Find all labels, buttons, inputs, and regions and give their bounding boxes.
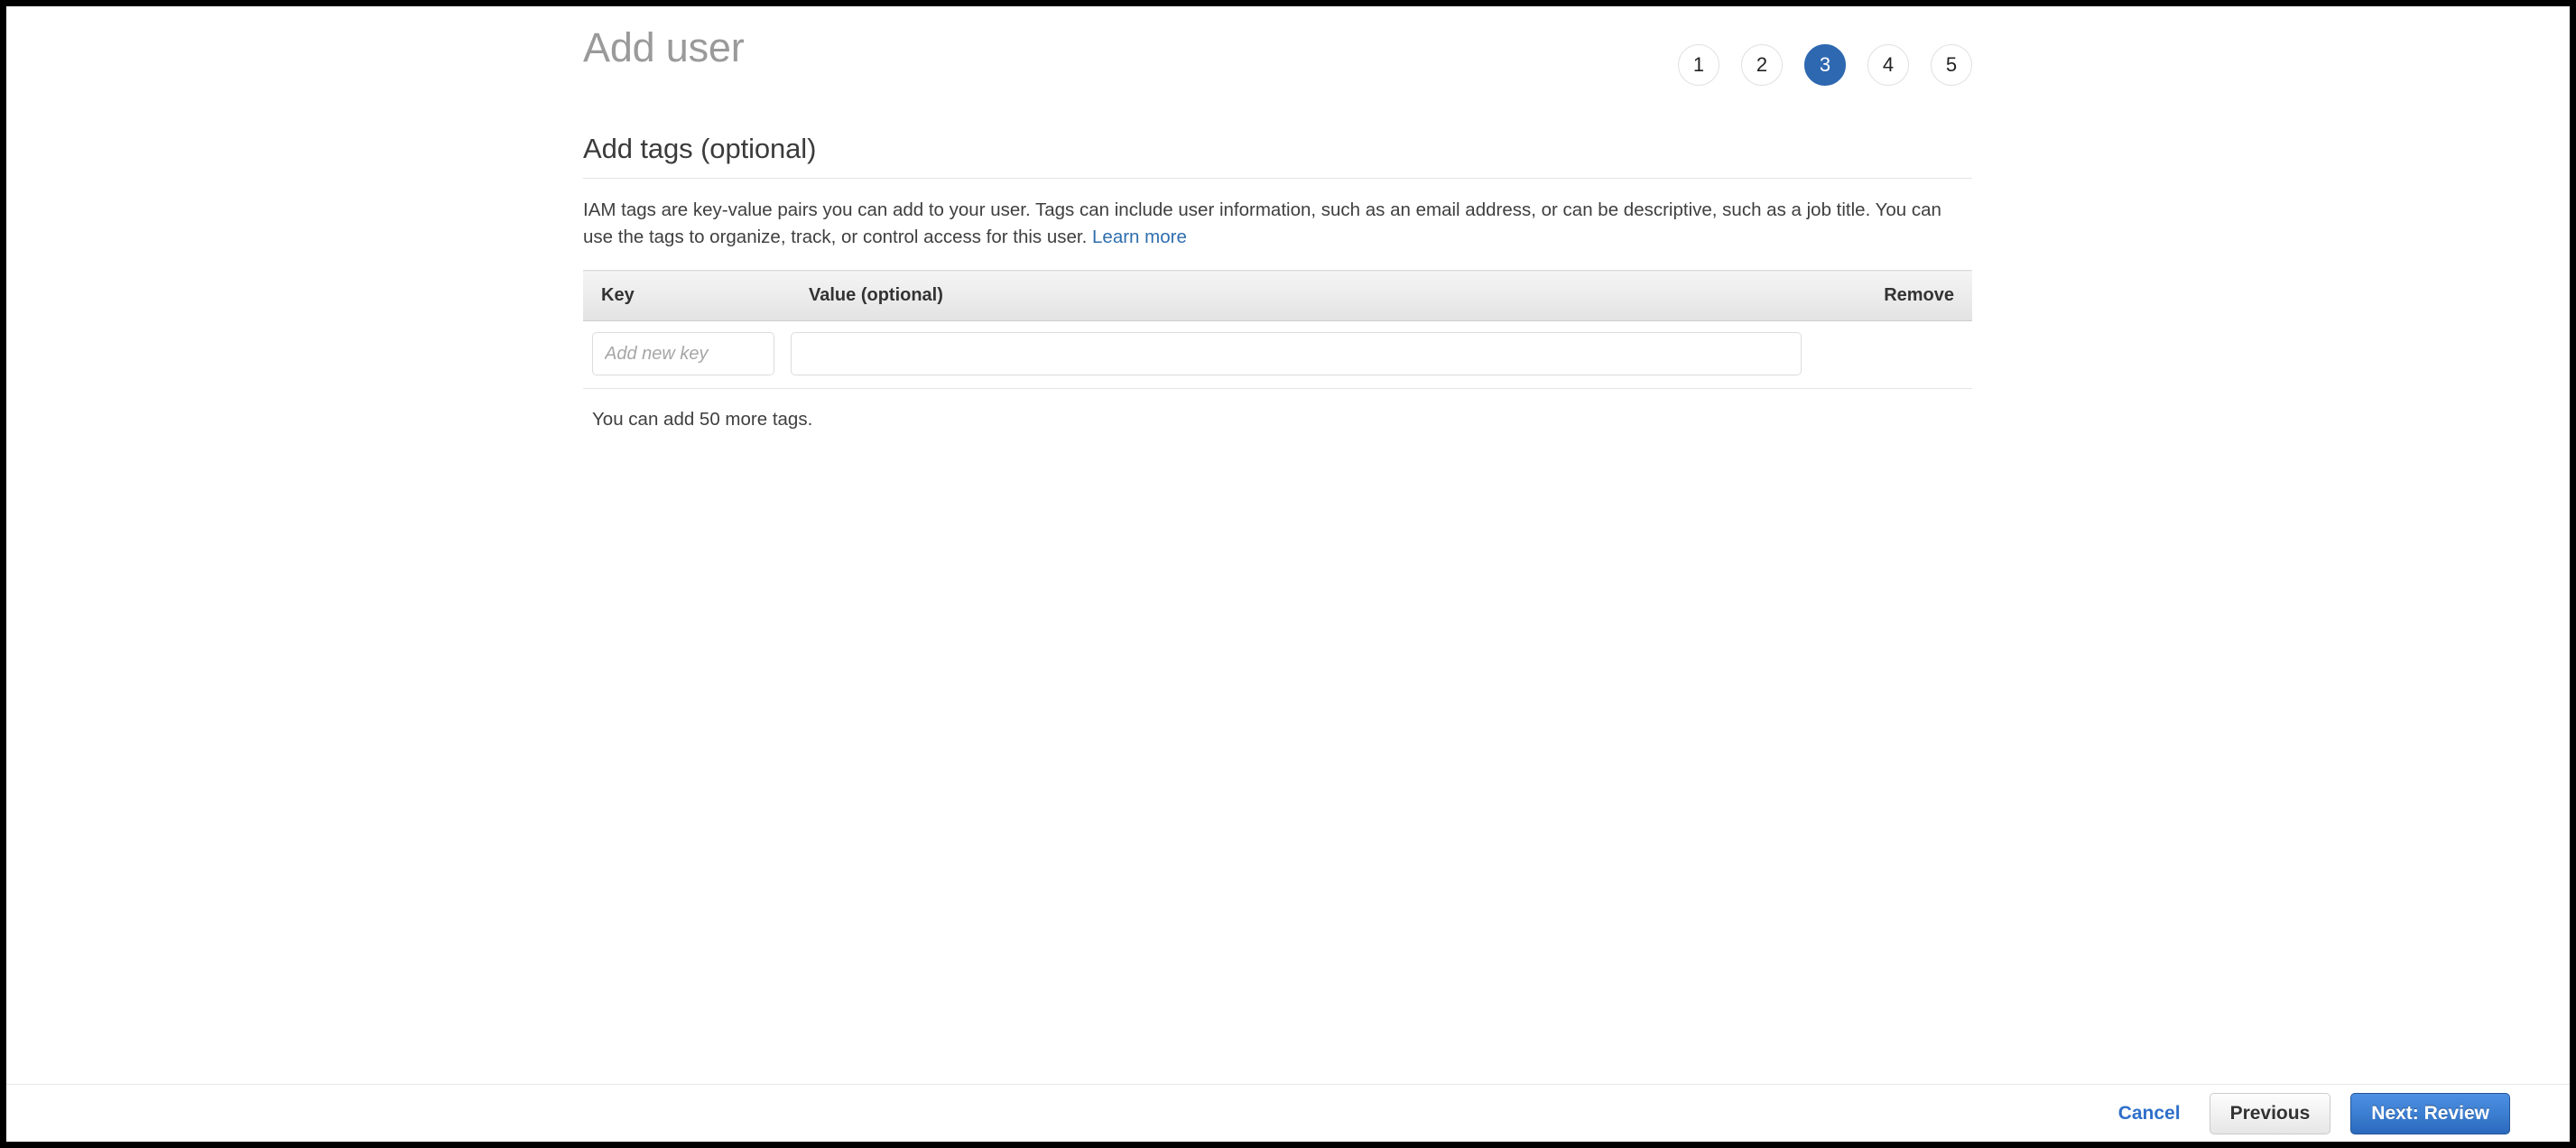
previous-button[interactable]: Previous <box>2209 1092 2331 1134</box>
column-header-remove: Remove <box>1818 270 1972 322</box>
cancel-button[interactable]: Cancel <box>2109 1097 2190 1130</box>
wizard-step-5[interactable]: 5 <box>1931 44 1972 86</box>
tag-key-cell <box>583 320 791 390</box>
table-row <box>583 320 1972 390</box>
page-header: Add user 1 2 3 4 5 <box>583 24 1972 95</box>
tag-key-input[interactable] <box>592 332 774 376</box>
wizard-step-indicator: 1 2 3 4 5 <box>1678 44 1972 86</box>
column-header-key: Key <box>583 270 791 322</box>
section-description-text: IAM tags are key-value pairs you can add… <box>583 199 1941 248</box>
learn-more-link[interactable]: Learn more <box>1092 227 1187 247</box>
add-tags-section: Add tags (optional) IAM tags are key-val… <box>583 133 1972 430</box>
page-title: Add user <box>583 24 745 70</box>
section-description: IAM tags are key-value pairs you can add… <box>583 197 1969 251</box>
wizard-step-4[interactable]: 4 <box>1867 44 1909 86</box>
wizard-footer: Cancel Previous Next: Review <box>6 1084 2570 1142</box>
tags-table-body <box>583 320 1972 390</box>
wizard-step-3[interactable]: 3 <box>1804 44 1846 86</box>
wizard-step-2[interactable]: 2 <box>1741 44 1783 86</box>
tag-value-input[interactable] <box>791 332 1802 376</box>
wizard-step-1[interactable]: 1 <box>1678 44 1719 86</box>
section-title: Add tags (optional) <box>583 133 1972 179</box>
add-user-page: Add user 1 2 3 4 5 Add tags (optional) I… <box>6 6 2570 1142</box>
tags-table-header-row: Key Value (optional) Remove <box>583 270 1972 322</box>
tag-remove-cell <box>1818 320 1972 390</box>
tags-table-header: Key Value (optional) Remove <box>583 270 1972 322</box>
remaining-tags-text: You can add 50 more tags. <box>592 409 813 430</box>
browser-window: Add user 1 2 3 4 5 Add tags (optional) I… <box>0 0 2576 1148</box>
tag-value-cell <box>791 320 1819 390</box>
column-header-value: Value (optional) <box>791 270 1819 322</box>
tags-table: Key Value (optional) Remove <box>583 270 1972 390</box>
next-review-button[interactable]: Next: Review <box>2350 1092 2510 1134</box>
